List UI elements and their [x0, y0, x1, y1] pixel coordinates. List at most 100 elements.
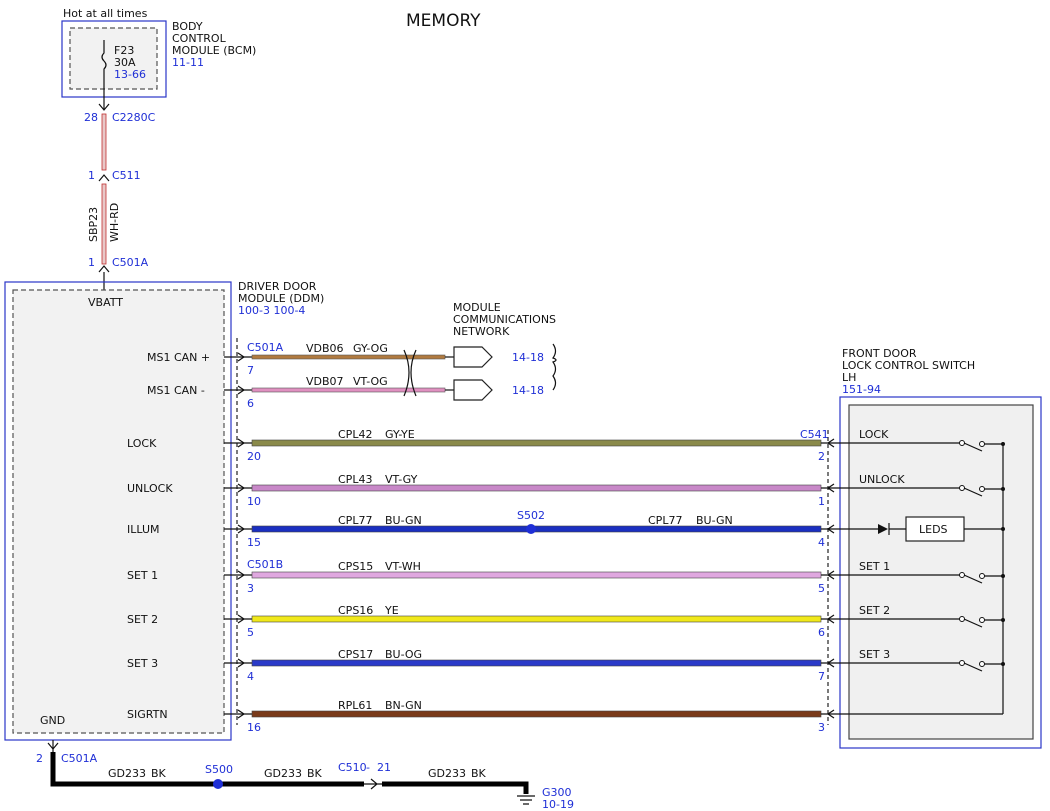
- can-ref-0: 14-18: [512, 351, 544, 364]
- c501a-feed-label: C501A: [112, 256, 149, 269]
- gnd-color-1: BK: [151, 767, 167, 780]
- ddm-pin-4: 5: [247, 626, 254, 639]
- gnd-circuit-1: GD233: [108, 767, 146, 780]
- can-wire-0: [251, 354, 446, 360]
- sw-pin-6: 3: [818, 721, 825, 734]
- circuit-id-6: RPL61: [338, 699, 372, 712]
- circuit-id-5: CPS17: [338, 648, 373, 661]
- sw-pin-3: 5: [818, 582, 825, 595]
- wiring-diagram: MEMORY Hot at all times F23 30A 13-66 BO…: [4, 7, 1042, 811]
- can-color-0: GY-OG: [353, 342, 388, 355]
- c510-label: C510: [338, 761, 367, 774]
- circuit-id-3: CPS15: [338, 560, 373, 573]
- bus-node-4: [1001, 618, 1005, 622]
- ddm-vbatt-label: VBATT: [88, 296, 123, 309]
- circuit-color-1: VT-GY: [385, 473, 418, 486]
- diagram-title: MEMORY: [406, 11, 481, 31]
- c501a-feed-arrow: [98, 265, 110, 273]
- gnd-circuit-3: GD233: [428, 767, 466, 780]
- switch-contact-a-4: [959, 616, 965, 622]
- can-circuit-1: VDB07: [306, 375, 344, 388]
- sw-label-0: LOCK: [859, 428, 889, 441]
- can-ref-1: 14-18: [512, 384, 544, 397]
- bus-node-3: [1001, 574, 1005, 578]
- switch-contact-b-1: [979, 486, 985, 492]
- fuse-ref: 13-66: [114, 68, 146, 81]
- can-label-1: MS1 CAN -: [147, 384, 205, 397]
- can-color-1: VT-OG: [353, 375, 388, 388]
- can-label-0: MS1 CAN +: [147, 351, 210, 364]
- switch-contact-b-4: [979, 617, 985, 623]
- ddm-pin-2: 15: [247, 536, 261, 549]
- gnd-color-3: BK: [471, 767, 487, 780]
- c510-dash: -: [366, 761, 370, 774]
- ddm-label-1: UNLOCK: [127, 482, 173, 495]
- ddm-pin-0: 20: [247, 450, 261, 463]
- circuit-id2-2: CPL77: [648, 514, 682, 527]
- network-connector-0: [453, 346, 493, 368]
- s500-label: S500: [205, 763, 233, 776]
- switch-contact-a-5: [959, 660, 965, 666]
- feed-color: WH-RD: [108, 203, 121, 242]
- c511-connector-arrow: [98, 174, 110, 182]
- switch-ref: 151-94: [842, 383, 881, 396]
- ddm-label-3: SET 1: [127, 569, 158, 582]
- sw-pin-4: 6: [818, 626, 825, 639]
- circuit-color-4: YE: [384, 604, 399, 617]
- bus-node-1: [1001, 487, 1005, 491]
- switch-contact-a-3: [959, 572, 965, 578]
- ddm-connector-3: C501B: [247, 558, 283, 571]
- c501a-feed-pin: 1: [88, 256, 95, 269]
- splice-dot-2: [526, 524, 536, 534]
- sw-label-3: SET 1: [859, 560, 890, 573]
- sw-label-5: SET 3: [859, 648, 890, 661]
- gnd-circuit-2: GD233: [264, 767, 302, 780]
- gnd-connector-label: C501A: [61, 752, 98, 765]
- c2280c-label: C2280C: [112, 111, 156, 124]
- ddm-gnd-label: GND: [40, 714, 65, 727]
- s500-splice-dot: [213, 779, 223, 789]
- network-brace: [552, 343, 557, 391]
- switch-contact-a-0: [959, 440, 965, 446]
- bus-node-0: [1001, 442, 1005, 446]
- c510-pin: 21: [377, 761, 391, 774]
- circuit-color-6: BN-GN: [385, 699, 422, 712]
- sw-label-4: SET 2: [859, 604, 890, 617]
- network-connector-label: C501A: [247, 341, 284, 354]
- sw-pin-2: 4: [818, 536, 825, 549]
- ddm-label-6: SIGRTN: [127, 708, 168, 721]
- feed-circuit: SBP23: [87, 207, 100, 242]
- g300-ref: 10-19: [542, 798, 574, 811]
- hot-label: Hot at all times: [63, 7, 148, 20]
- sw-pin-5: 7: [818, 670, 825, 683]
- feed-wire-upper: [101, 113, 107, 171]
- ddm-pin-5: 4: [247, 670, 254, 683]
- leds-label: LEDS: [919, 523, 948, 536]
- ddm-label-4: SET 2: [127, 613, 158, 626]
- switch-contact-a-1: [959, 485, 965, 491]
- ddm-label-0: LOCK: [127, 437, 157, 450]
- switch-contact-b-5: [979, 661, 985, 667]
- circuit-id-0: CPL42: [338, 428, 372, 441]
- network-name-3: NETWORK: [453, 325, 510, 338]
- ddm-label-2: ILLUM: [127, 523, 160, 536]
- bus-node-2: [1001, 527, 1005, 531]
- gnd-pin: 2: [36, 752, 43, 765]
- ddm-label-5: SET 3: [127, 657, 158, 670]
- gnd-color-2: BK: [307, 767, 323, 780]
- circuit-id-2: CPL77: [338, 514, 372, 527]
- can-pin-1: 6: [247, 397, 254, 410]
- c2280c-pin: 28: [84, 111, 98, 124]
- circuit-color-2: BU-GN: [385, 514, 422, 527]
- feed-wire-lower: [101, 183, 107, 265]
- ground-symbol-icon: [517, 795, 535, 805]
- circuit-color2-2: BU-GN: [696, 514, 733, 527]
- circuit-color-5: BU-OG: [385, 648, 422, 661]
- ddm-pin-1: 10: [247, 495, 261, 508]
- sw-pin-1: 1: [818, 495, 825, 508]
- switch-contact-b-0: [979, 441, 985, 447]
- can-wire-1: [251, 387, 446, 393]
- network-connector-1: [453, 379, 493, 401]
- bcm-ref: 11-11: [172, 56, 204, 69]
- splice-label-2: S502: [517, 509, 545, 522]
